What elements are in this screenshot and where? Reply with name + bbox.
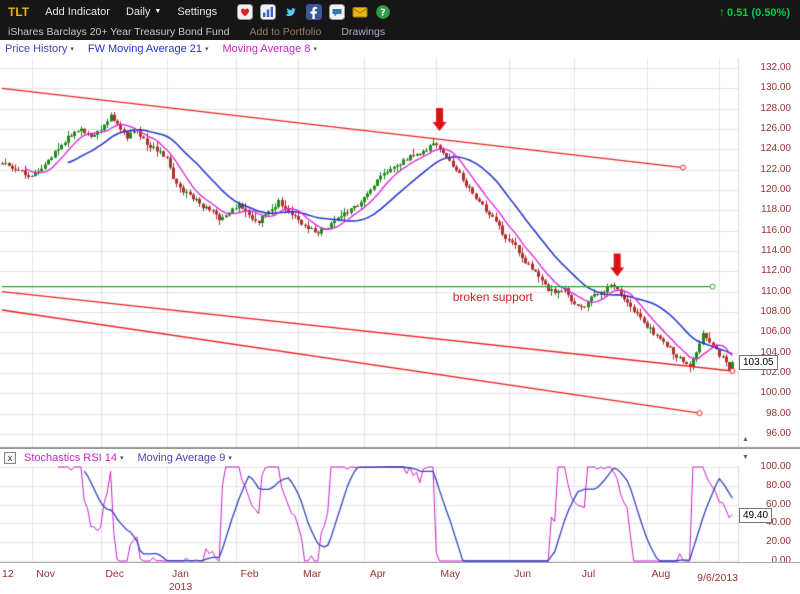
toolbar-icons: ? [237,4,391,20]
drawings-menu[interactable]: Drawings [341,26,385,38]
indicator-close-button[interactable]: x [4,452,16,464]
price-axis-tick-label: 130.00 [740,82,796,94]
price-axis-tick-label: 100.00 [740,387,796,399]
price-chart-pane: 132.00 130.00 128.00 126.00 124.00 122.00 120.… [0,58,800,448]
twitter-icon[interactable] [283,4,299,20]
legend-price-history-label: Price History [5,43,67,55]
price-axis-tick-label: 110.00 [740,286,796,298]
price-axis-tick-label: 98.00 [740,408,796,420]
price-legend: Price History▾ FW Moving Average 21▾ Mov… [0,40,800,58]
legend-ma8-label: Moving Average 8 [223,43,311,55]
legend-moving-average-8[interactable]: Moving Average 8▾ [223,43,317,55]
price-axis-tick-label: 120.00 [740,184,796,196]
x-axis-left-year-label: 12 [2,568,14,580]
x-axis-month-label: Apr [370,568,386,580]
price-axis-tick-label: 114.00 [740,245,796,257]
price-change: ↑0.51 (0.50%) [719,5,792,19]
price-axis-tick-label: 128.00 [740,103,796,115]
bar-chart-icon[interactable] [260,4,276,20]
broken-support-label: broken support [453,290,533,304]
gain-arrow-icon: ↑ [719,5,725,19]
price-axis-tick-label: 132.00 [740,62,796,74]
facebook-icon[interactable] [306,4,322,20]
indicator-axis-tick-label: 20.00 [740,536,796,548]
menu-period-daily[interactable]: Daily ▼ [126,6,161,18]
price-axis-tick-label: 122.00 [740,164,796,176]
price-axis-tick-label: 106.00 [740,326,796,338]
subheader: iShares Barclays 20+ Year Treasury Bond … [0,23,800,40]
indicator-pane: 100.0080.0060.0040.0020.000.00 49.40 [0,466,800,562]
price-axis-tick-label: 118.00 [740,204,796,216]
period-label: Daily [126,6,150,18]
help-icon[interactable]: ? [375,4,391,20]
caret-down-icon: ▼ [154,8,161,15]
legend-ma9-label: Moving Average 9 [137,452,225,464]
caret-down-icon: ▾ [70,45,74,53]
x-axis-month-label: Aug [651,568,670,580]
toolbar: TLT Add Indicator Daily ▼ Settings ? ↑0.5… [0,0,800,23]
fund-name-label: iShares Barclays 20+ Year Treasury Bond … [8,26,230,38]
price-axis-tick-label: 108.00 [740,306,796,318]
price-axis-tick-label: 126.00 [740,123,796,135]
price-chart-canvas[interactable] [0,58,800,448]
x-axis-month-label: Jul [582,568,595,580]
x-axis-month-label: May [440,568,460,580]
stocktwits-icon[interactable] [329,4,345,20]
indicator-axis-tick-label: 100.00 [740,461,796,473]
price-axis-tick-label: 124.00 [740,143,796,155]
pane-scroll-up-icon[interactable]: ▲ [742,436,749,444]
x-axis-month-label: Dec [105,568,124,580]
add-to-portfolio-link[interactable]: Add to Portfolio [250,26,322,38]
change-text: 0.51 (0.50%) [727,7,790,19]
legend-moving-average-9[interactable]: Moving Average 9▾ [137,452,231,464]
x-axis-month-label: Mar [303,568,321,580]
alerts-heart-icon[interactable] [237,4,253,20]
legend-fw-ma-label: FW Moving Average 21 [88,43,202,55]
x-axis-end-date-label: 9/6/2013 [697,572,738,584]
last-price-box: 103.05 [739,355,778,370]
caret-down-icon: ▾ [228,454,232,462]
app: TLT Add Indicator Daily ▼ Settings ? ↑0.5… [0,0,800,594]
x-axis: 12 2013 9/6/2013 Nov Dec Jan Feb Mar Apr May Ju… [0,562,800,594]
x-axis-month-label: Jan [172,568,189,580]
email-icon[interactable] [352,4,368,20]
price-axis-tick-label: 112.00 [740,265,796,277]
indicator-axis-tick-label: 80.00 [740,480,796,492]
indicator-header: x Stochastics RSI 14▾ Moving Average 9▾ … [0,448,800,466]
x-axis-year-label: 2013 [169,581,192,593]
legend-stoch-rsi-label: Stochastics RSI 14 [24,452,117,464]
indicator-canvas[interactable] [0,466,800,562]
symbol-label[interactable]: TLT [8,5,29,19]
legend-price-history[interactable]: Price History▾ [5,43,74,55]
caret-down-icon: ▾ [120,454,124,462]
menu-add-indicator[interactable]: Add Indicator [45,6,110,18]
x-axis-month-label: Jun [514,568,531,580]
caret-down-icon: ▾ [205,45,209,53]
svg-text:?: ? [380,7,386,18]
price-axis-tick-label: 116.00 [740,225,796,237]
x-axis-month-label: Feb [241,568,259,580]
indicator-value-box: 49.40 [739,508,772,523]
legend-stochastics-rsi[interactable]: Stochastics RSI 14▾ [24,452,123,464]
caret-down-icon: ▾ [313,45,317,53]
menu-settings[interactable]: Settings [177,6,217,18]
x-axis-month-label: Nov [36,568,55,580]
legend-fw-moving-average-21[interactable]: FW Moving Average 21▾ [88,43,209,55]
